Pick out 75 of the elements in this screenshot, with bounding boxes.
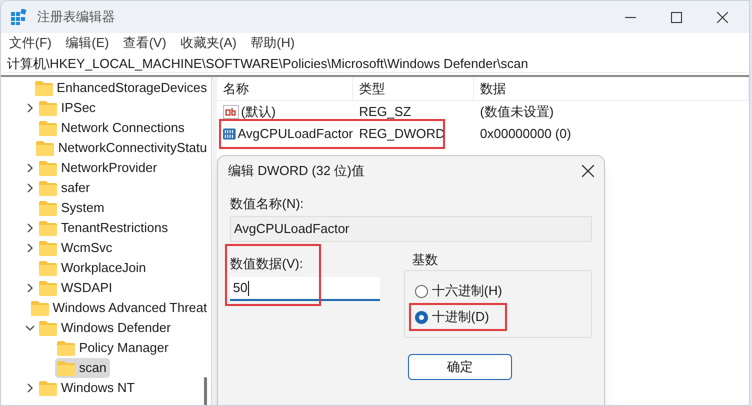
tree-item[interactable]: Windows NT xyxy=(37,378,139,398)
maximize-icon xyxy=(670,12,682,22)
tree-item[interactable]: Network Connections xyxy=(37,118,189,138)
tree-item[interactable]: scan xyxy=(55,358,110,378)
value-data-field[interactable]: 50 xyxy=(230,277,380,301)
tree-item[interactable]: Policy Manager xyxy=(55,338,173,358)
folder-icon xyxy=(39,100,57,116)
folder-icon xyxy=(34,80,53,96)
folder-icon xyxy=(39,220,57,236)
tree-item[interactable]: NetworkProvider xyxy=(37,158,162,178)
tree-item[interactable]: WorkplaceJoin xyxy=(37,258,150,278)
expand-chevron-icon[interactable] xyxy=(25,163,35,173)
close-icon[interactable] xyxy=(582,165,594,177)
close-icon xyxy=(716,12,728,22)
menu-item[interactable]: 收藏夹(A) xyxy=(180,33,237,53)
tree-item[interactable]: IPSec xyxy=(37,98,100,118)
column-header[interactable]: 名称 xyxy=(223,78,249,98)
group-label: 基数 xyxy=(411,251,439,269)
expand-chevron-icon[interactable] xyxy=(25,243,35,253)
collapse-chevron-icon[interactable] xyxy=(25,323,35,333)
string-value-icon xyxy=(223,105,239,119)
field-label: 数值名称(N): xyxy=(230,195,305,213)
tree-item[interactable]: safer xyxy=(37,178,94,198)
value-type: REG_SZ xyxy=(358,103,412,122)
menu-item[interactable]: 文件(F) xyxy=(9,33,52,53)
folder-icon xyxy=(39,260,57,276)
expand-chevron-icon[interactable] xyxy=(25,383,35,393)
dialog-title: 编辑 DWORD (32 位)值 xyxy=(228,162,364,180)
registry-app-icon xyxy=(11,9,27,25)
value-name[interactable]: (默认) xyxy=(241,102,276,122)
value-name-field[interactable]: AvgCPULoadFactor xyxy=(230,216,592,242)
window-title: 注册表编辑器 xyxy=(37,8,115,26)
tree-item[interactable]: WcmSvc xyxy=(37,238,116,258)
tree-item[interactable]: WSDAPI xyxy=(37,278,116,298)
radio-label[interactable]: 十六进制(H) xyxy=(432,281,502,301)
address-bar[interactable]: 计算机\HKEY_LOCAL_MACHINE\SOFTWARE\Policies\Microsoft\Windows Defender\scan xyxy=(3,55,747,73)
radio-button[interactable] xyxy=(415,284,428,298)
expand-chevron-icon[interactable] xyxy=(25,283,35,293)
folder-icon xyxy=(39,120,57,136)
expand-chevron-icon[interactable] xyxy=(25,103,35,113)
folder-icon xyxy=(39,320,57,336)
scrollbar[interactable] xyxy=(204,377,207,405)
tree-item[interactable]: System xyxy=(37,198,108,218)
tree-item[interactable]: NetworkConnectivityStatu xyxy=(34,138,211,158)
tree-item[interactable]: TenantRestrictions xyxy=(37,218,172,238)
radio-button[interactable] xyxy=(415,310,428,324)
value-type: REG_DWORD xyxy=(358,125,446,144)
minimize-icon xyxy=(624,16,636,18)
binary-value-icon xyxy=(223,127,236,141)
radio-label[interactable]: 十进制(D) xyxy=(432,307,490,327)
value-data: 0x00000000 (0) xyxy=(479,125,572,144)
tree-item[interactable]: Windows Defender xyxy=(37,318,175,338)
column-header[interactable]: 数据 xyxy=(480,78,506,98)
folder-icon xyxy=(39,200,57,216)
expand-chevron-icon[interactable] xyxy=(25,223,35,233)
ok-button[interactable]: 确定 xyxy=(408,354,512,380)
field-label: 数值数据(V): xyxy=(230,255,304,273)
folder-icon xyxy=(39,160,57,176)
folder-icon xyxy=(39,180,57,196)
menu-item[interactable]: 编辑(E) xyxy=(66,33,109,53)
folder-icon xyxy=(57,360,75,376)
folder-icon xyxy=(39,280,57,296)
menu-item[interactable]: 帮助(H) xyxy=(250,33,295,53)
tree-item[interactable]: EnhancedStorageDevices xyxy=(32,78,211,98)
folder-icon xyxy=(30,300,49,316)
folder-icon xyxy=(57,340,75,356)
tree-item[interactable]: Windows Advanced Threat xyxy=(28,298,211,318)
value-data: (数值未设置) xyxy=(479,103,555,122)
folder-icon xyxy=(36,140,54,156)
expand-chevron-icon[interactable] xyxy=(25,183,35,193)
menu-item[interactable]: 查看(V) xyxy=(122,33,166,53)
value-name[interactable]: AvgCPULoadFactor xyxy=(238,124,353,144)
column-header[interactable]: 类型 xyxy=(359,78,385,98)
folder-icon xyxy=(39,380,57,396)
folder-icon xyxy=(39,240,57,256)
